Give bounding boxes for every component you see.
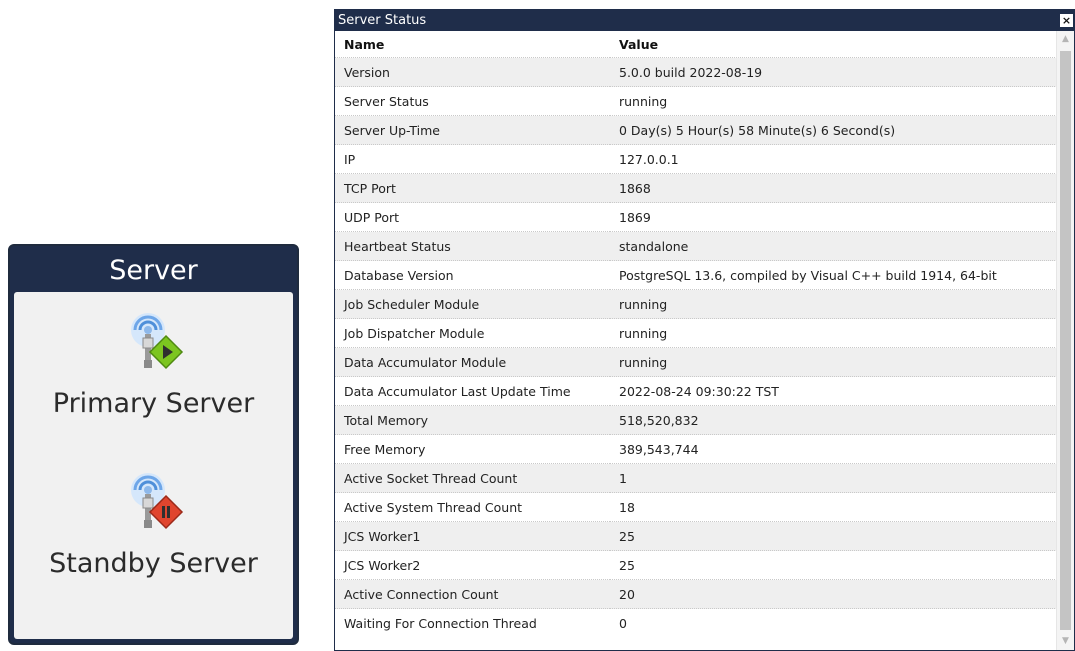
- row-value-cell: running: [610, 318, 1057, 348]
- status-table: Name Value Version 5.0.0 build 2022-08-19…: [335, 31, 1057, 637]
- table-row: UDP Port 1869: [335, 202, 1057, 232]
- table-row: Server Up-Time 0 Day(s) 5 Hour(s) 58 Minu…: [335, 115, 1057, 145]
- row-name-cell: Job Scheduler Module: [335, 289, 610, 319]
- row-value-cell: 2022-08-24 09:30:22 TST: [610, 376, 1057, 406]
- row-name-cell: Active System Thread Count: [335, 492, 610, 522]
- row-name-cell: Database Version: [335, 260, 610, 290]
- table-row: Data Accumulator Module running: [335, 347, 1057, 377]
- row-value-cell: 518,520,832: [610, 405, 1057, 435]
- row-name-cell: Active Socket Thread Count: [335, 463, 610, 493]
- row-value-cell: running: [610, 86, 1057, 116]
- row-value-cell: 0 Day(s) 5 Hour(s) 58 Minute(s) 6 Second…: [610, 115, 1057, 145]
- table-row: TCP Port 1868: [335, 173, 1057, 203]
- row-value-cell: 0: [610, 608, 1057, 637]
- row-name-cell: Total Memory: [335, 405, 610, 435]
- row-value-cell: 127.0.0.1: [610, 144, 1057, 174]
- table-row: IP 127.0.0.1: [335, 144, 1057, 174]
- row-name-cell: Waiting For Connection Thread: [335, 608, 610, 637]
- row-name-cell: JCS Worker2: [335, 550, 610, 580]
- table-row: Active Connection Count 20: [335, 579, 1057, 609]
- column-header-value: Value: [610, 31, 1057, 58]
- row-value-cell: 389,543,744: [610, 434, 1057, 464]
- standby-server-label: Standby Server: [49, 548, 258, 579]
- row-value-cell: 1868: [610, 173, 1057, 203]
- table-row: Active System Thread Count 18: [335, 492, 1057, 522]
- vertical-scrollbar[interactable]: ▲ ▼: [1056, 31, 1074, 650]
- dialog-titlebar[interactable]: Server Status ×: [335, 10, 1074, 31]
- row-name-cell: IP: [335, 144, 610, 174]
- table-row: Server Status running: [335, 86, 1057, 116]
- row-value-cell: running: [610, 347, 1057, 377]
- row-name-cell: Job Dispatcher Module: [335, 318, 610, 348]
- row-value-cell: 5.0.0 build 2022-08-19: [610, 57, 1057, 87]
- table-row: Job Scheduler Module running: [335, 289, 1057, 319]
- table-row: Total Memory 518,520,832: [335, 405, 1057, 435]
- primary-server-item[interactable]: Primary Server: [14, 310, 293, 419]
- row-name-cell: JCS Worker1: [335, 521, 610, 551]
- column-header-name: Name: [335, 31, 610, 58]
- scroll-thumb[interactable]: [1060, 51, 1071, 630]
- server-panel: Server Primary Server Standby Server: [8, 244, 299, 645]
- scroll-down-icon[interactable]: ▼: [1057, 633, 1074, 650]
- server-status-dialog: Server Status × Name Value Version 5.0.0 …: [334, 9, 1075, 651]
- status-table-container: Name Value Version 5.0.0 build 2022-08-19…: [335, 31, 1057, 650]
- scroll-up-icon[interactable]: ▲: [1057, 31, 1074, 48]
- row-name-cell: Active Connection Count: [335, 579, 610, 609]
- primary-server-label: Primary Server: [52, 388, 255, 419]
- table-row: JCS Worker1 25: [335, 521, 1057, 551]
- table-row: JCS Worker2 25: [335, 550, 1057, 580]
- row-name-cell: Server Status: [335, 86, 610, 116]
- table-row: Heartbeat Status standalone: [335, 231, 1057, 261]
- table-row: Waiting For Connection Thread 0: [335, 608, 1057, 637]
- close-button[interactable]: ×: [1060, 14, 1073, 27]
- row-value-cell: PostgreSQL 13.6, compiled by Visual C++ …: [610, 260, 1057, 290]
- row-value-cell: standalone: [610, 231, 1057, 261]
- row-name-cell: UDP Port: [335, 202, 610, 232]
- server-panel-title: Server: [109, 255, 198, 286]
- row-name-cell: Free Memory: [335, 434, 610, 464]
- dialog-title: Server Status: [338, 13, 427, 28]
- standby-server-item[interactable]: Standby Server: [14, 470, 293, 579]
- table-row: Free Memory 389,543,744: [335, 434, 1057, 464]
- row-name-cell: Server Up-Time: [335, 115, 610, 145]
- row-value-cell: 25: [610, 521, 1057, 551]
- server-paused-icon: [130, 473, 183, 530]
- row-value-cell: 1: [610, 463, 1057, 493]
- table-row: Database Version PostgreSQL 13.6, compile…: [335, 260, 1057, 290]
- table-body: Version 5.0.0 build 2022-08-19 Server Stat…: [335, 57, 1057, 637]
- row-name-cell: Data Accumulator Module: [335, 347, 610, 377]
- row-value-cell: 25: [610, 550, 1057, 580]
- table-header-row: Name Value: [335, 31, 1057, 58]
- table-row: Data Accumulator Last Update Time 2022-08…: [335, 376, 1057, 406]
- row-name-cell: Heartbeat Status: [335, 231, 610, 261]
- row-value-cell: 20: [610, 579, 1057, 609]
- table-row: Job Dispatcher Module running: [335, 318, 1057, 348]
- table-row: Active Socket Thread Count 1: [335, 463, 1057, 493]
- server-running-icon: [130, 313, 183, 370]
- table-row: Version 5.0.0 build 2022-08-19: [335, 57, 1057, 87]
- row-name-cell: Data Accumulator Last Update Time: [335, 376, 610, 406]
- row-name-cell: TCP Port: [335, 173, 610, 203]
- server-panel-body: Primary Server Standby Server: [14, 292, 293, 639]
- row-value-cell: running: [610, 289, 1057, 319]
- row-value-cell: 1869: [610, 202, 1057, 232]
- row-name-cell: Version: [335, 57, 610, 87]
- row-value-cell: 18: [610, 492, 1057, 522]
